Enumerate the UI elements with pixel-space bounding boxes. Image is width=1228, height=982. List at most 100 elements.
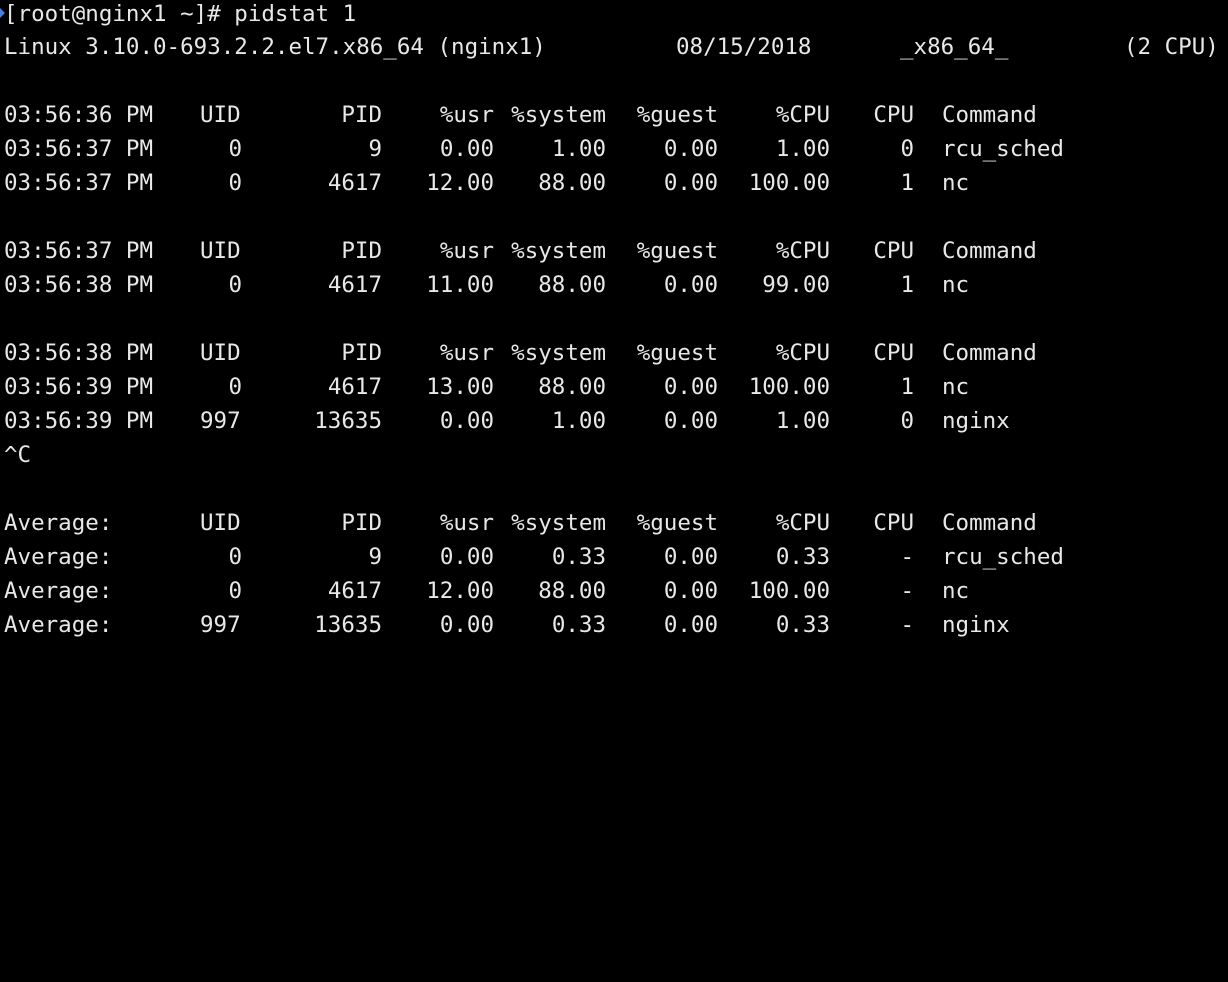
command-cell: nc: [942, 166, 969, 200]
usr-header: %usr: [440, 234, 494, 268]
pid-header: PID: [341, 506, 382, 540]
system-cell: 88.00: [538, 268, 606, 302]
kernel-info: Linux 3.10.0-693.2.2.el7.x86_64 (nginx1): [4, 30, 546, 64]
usr-cell: 0.00: [440, 404, 494, 438]
system-cell: 88.00: [538, 370, 606, 404]
guest-cell: 0.00: [664, 608, 718, 642]
pid-cell: 13635: [314, 404, 382, 438]
terminal-window[interactable]: [root@nginx1 ~]# pidstat 1 Linux 3.10.0-…: [0, 0, 1228, 640]
cpu-pct-cell: 0.33: [776, 608, 830, 642]
usr-cell: 11.00: [426, 268, 494, 302]
guest-header: %guest: [637, 506, 718, 540]
time-cell: 03:56:39 PM: [4, 370, 153, 404]
cpu-cell: 1: [900, 166, 914, 200]
command-cell: nginx: [942, 404, 1010, 438]
guest-cell: 0.00: [664, 268, 718, 302]
command-cell: nc: [942, 268, 969, 302]
system-cell: 1.00: [552, 404, 606, 438]
time-cell: 03:56:38 PM: [4, 268, 153, 302]
usr-header: %usr: [440, 506, 494, 540]
table-row: 03:56:37 PM 0 9 0.00 1.00 0.00 1.00 0 rc…: [0, 132, 1228, 166]
guest-cell: 0.00: [664, 574, 718, 608]
system-header: %system: [511, 98, 606, 132]
pid-header: PID: [341, 336, 382, 370]
cpu-cell: 0: [900, 404, 914, 438]
time-cell: 03:56:37 PM: [4, 166, 153, 200]
uid-header: UID: [200, 234, 241, 268]
cpu-cell: 1: [900, 370, 914, 404]
system-cell: 0.33: [552, 540, 606, 574]
command-header: Command: [942, 336, 1037, 370]
cpu-header: CPU: [873, 234, 914, 268]
system-header: %system: [511, 234, 606, 268]
usr-cell: 0.00: [440, 132, 494, 166]
guest-cell: 0.00: [664, 370, 718, 404]
pid-cell: 9: [368, 132, 382, 166]
uid-cell: 0: [228, 268, 242, 302]
average-row: Average: 0 9 0.00 0.33 0.00 0.33 - rcu_s…: [0, 540, 1228, 574]
system-cell: 0.33: [552, 608, 606, 642]
pid-header: PID: [341, 234, 382, 268]
command-header: Command: [942, 234, 1037, 268]
cpu-pct-header: %CPU: [776, 98, 830, 132]
pid-cell: 4617: [328, 166, 382, 200]
average-label: Average:: [4, 574, 112, 608]
cpu-header: CPU: [873, 506, 914, 540]
average-row: Average: 997 13635 0.00 0.33 0.00 0.33 -…: [0, 608, 1228, 642]
pid-cell: 9: [368, 540, 382, 574]
time-cell: 03:56:37 PM: [4, 234, 153, 268]
usr-cell: 12.00: [426, 574, 494, 608]
usr-header: %usr: [440, 336, 494, 370]
prompt-command: [root@nginx1 ~]# pidstat 1: [4, 0, 356, 31]
cpu-cell: -: [900, 540, 914, 574]
guest-header: %guest: [637, 336, 718, 370]
cpu-pct-cell: 1.00: [776, 132, 830, 166]
cpu-pct-cell: 100.00: [749, 574, 830, 608]
table-header-row: 03:56:37 PM UID PID %usr %system %guest …: [0, 234, 1228, 268]
command-cell: rcu_sched: [942, 132, 1064, 166]
arch-info: _x86_64_: [900, 30, 1008, 64]
cpu-pct-cell: 100.00: [749, 370, 830, 404]
cpu-pct-cell: 99.00: [762, 268, 830, 302]
guest-cell: 0.00: [664, 540, 718, 574]
cpu-pct-cell: 100.00: [749, 166, 830, 200]
uid-cell: 0: [228, 540, 242, 574]
uid-cell: 0: [228, 166, 242, 200]
date-info: 08/15/2018: [676, 30, 811, 64]
uid-header: UID: [200, 336, 241, 370]
cpu-header: CPU: [873, 336, 914, 370]
average-header-row: Average: UID PID %usr %system %guest %CP…: [0, 506, 1228, 540]
system-header: %system: [511, 506, 606, 540]
cpu-pct-header: %CPU: [776, 336, 830, 370]
guest-cell: 0.00: [664, 404, 718, 438]
cpu-pct-cell: 0.33: [776, 540, 830, 574]
average-label: Average:: [4, 540, 112, 574]
uid-header: UID: [200, 506, 241, 540]
cpu-header: CPU: [873, 98, 914, 132]
cpu-pct-cell: 1.00: [776, 404, 830, 438]
cpu-cell: -: [900, 574, 914, 608]
table-row: 03:56:39 PM 0 4617 13.00 88.00 0.00 100.…: [0, 370, 1228, 404]
sysinfo-line: Linux 3.10.0-693.2.2.el7.x86_64 (nginx1)…: [0, 30, 1228, 64]
uid-header: UID: [200, 98, 241, 132]
average-label: Average:: [4, 506, 112, 540]
table-header-row: 03:56:36 PM UID PID %usr %system %guest …: [0, 98, 1228, 132]
guest-header: %guest: [637, 98, 718, 132]
cpu-cell: 1: [900, 268, 914, 302]
pid-cell: 4617: [328, 574, 382, 608]
guest-header: %guest: [637, 234, 718, 268]
cpu-cell: -: [900, 608, 914, 642]
command-cell: nginx: [942, 608, 1010, 642]
guest-cell: 0.00: [664, 132, 718, 166]
pid-cell: 13635: [314, 608, 382, 642]
pid-cell: 4617: [328, 268, 382, 302]
time-cell: 03:56:38 PM: [4, 336, 153, 370]
cpu-pct-header: %CPU: [776, 234, 830, 268]
usr-cell: 0.00: [440, 608, 494, 642]
guest-cell: 0.00: [664, 166, 718, 200]
system-cell: 1.00: [552, 132, 606, 166]
pid-header: PID: [341, 98, 382, 132]
interrupt-signal: ^C: [4, 438, 31, 472]
command-header: Command: [942, 98, 1037, 132]
uid-cell: 0: [228, 370, 242, 404]
